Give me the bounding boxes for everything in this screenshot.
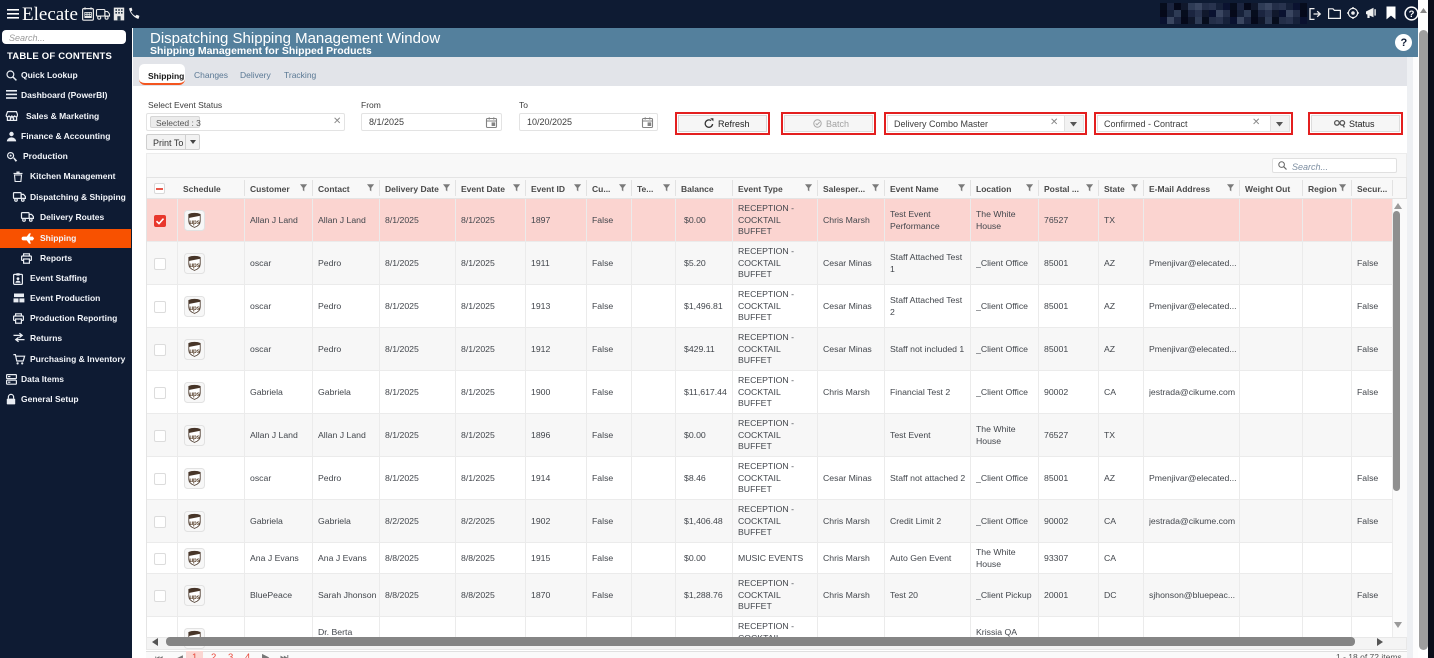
svg-text:ups: ups: [189, 477, 200, 484]
svg-text:ups: ups: [189, 391, 200, 398]
svg-text:ups: ups: [189, 520, 200, 527]
svg-text:?: ?: [1409, 9, 1415, 20]
svg-text:ups: ups: [189, 305, 200, 312]
svg-text:ups: ups: [189, 219, 200, 226]
svg-text:ups: ups: [189, 557, 200, 564]
svg-text:ups: ups: [189, 594, 200, 601]
svg-text:ups: ups: [189, 434, 200, 441]
svg-text:ups: ups: [189, 262, 200, 269]
svg-text:ups: ups: [189, 348, 200, 355]
